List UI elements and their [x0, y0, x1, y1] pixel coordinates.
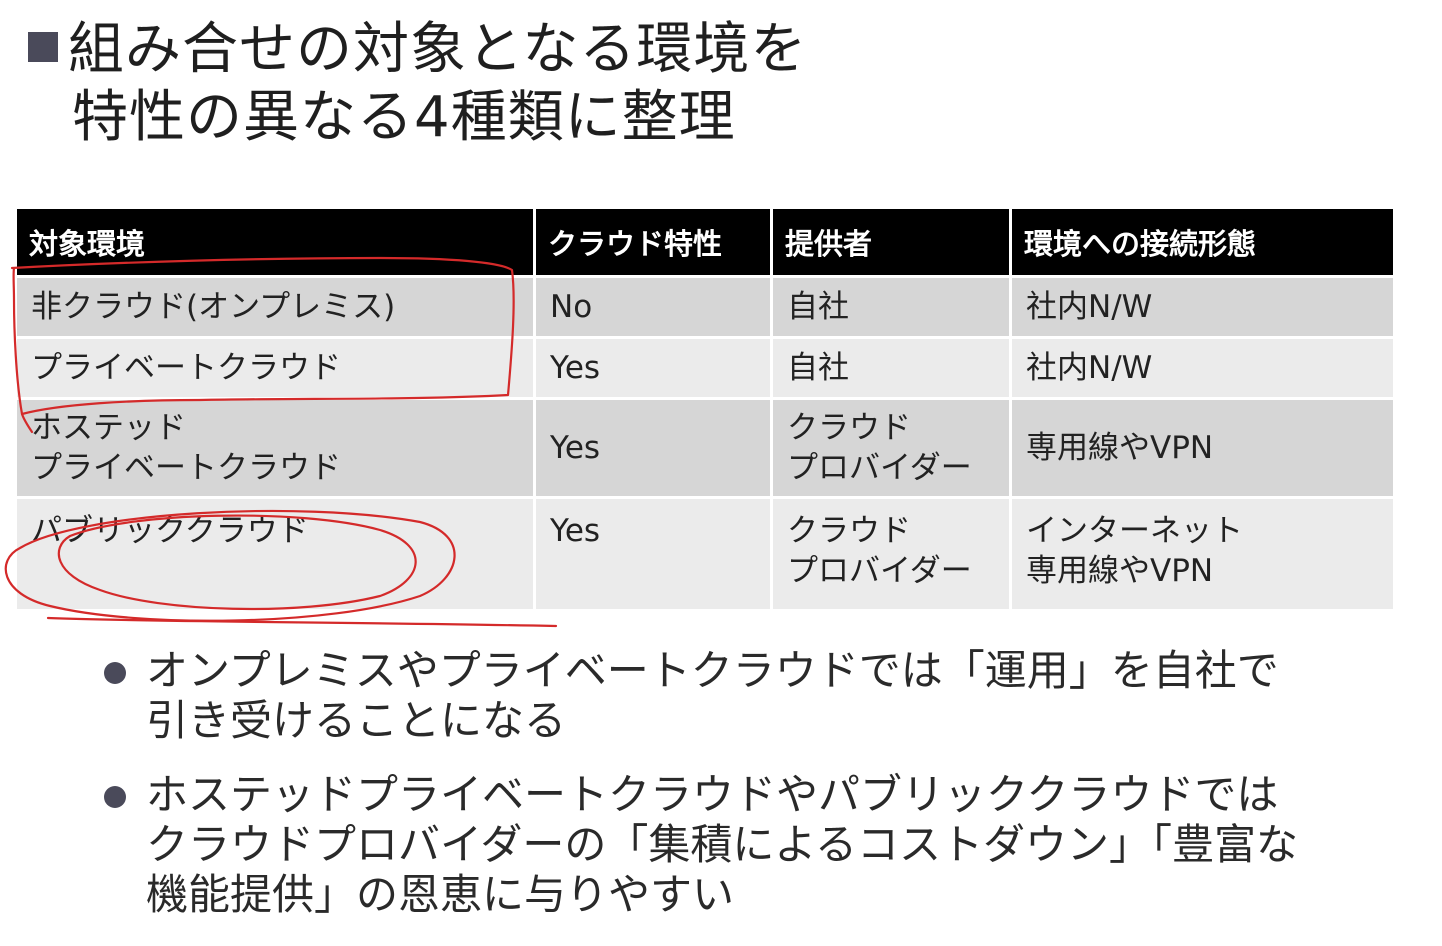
- table-row: プライベートクラウド Yes 自社 社内N/W: [17, 339, 1393, 397]
- cell-environment: 非クラウド(オンプレミス): [17, 278, 533, 336]
- cell-line: 社内N/W: [1026, 350, 1153, 386]
- cell-line: パブリッククラウド: [31, 513, 309, 549]
- header-environment: 対象環境: [17, 209, 533, 275]
- cell-provider: クラウド プロバイダー: [773, 400, 1009, 496]
- table-row: 非クラウド(オンプレミス) No 自社 社内N/W: [17, 278, 1393, 336]
- bullet-line: オンプレミスやプライベートクラウドでは「運用」を自社で: [146, 646, 1279, 695]
- cell-line: 非クラウド(オンプレミス): [31, 289, 396, 325]
- cell-environment: パブリッククラウド: [17, 499, 533, 609]
- circle-bullet-icon: [104, 786, 126, 808]
- cell-connection: インターネット 専用線やVPN: [1012, 499, 1393, 609]
- cell-cloud: Yes: [536, 400, 770, 496]
- cell-line: 自社: [787, 350, 849, 386]
- cell-provider: 自社: [773, 278, 1009, 336]
- cell-line: クラウド: [787, 513, 911, 549]
- table-row: ホステッド プライベートクラウド Yes クラウド プロバイダー 専用線やVPN: [17, 400, 1393, 496]
- circle-bullet-icon: [104, 662, 126, 684]
- cell-environment: プライベートクラウド: [17, 339, 533, 397]
- slide-title: 組み合せの対象となる環境を 特性の異なる4種類に整理: [28, 16, 1408, 152]
- cell-environment: ホステッド プライベートクラウド: [17, 400, 533, 496]
- table-header-row: 対象環境 クラウド特性 提供者 環境への接続形態: [17, 209, 1393, 275]
- bullet-item: ホステッドプライベートクラウドやパブリッククラウドでは クラウドプロバイダーの「…: [104, 770, 1404, 920]
- bullet-line: 引き受けることになる: [146, 696, 567, 745]
- cell-cloud: No: [536, 278, 770, 336]
- cell-provider: クラウド プロバイダー: [773, 499, 1009, 609]
- cell-line: インターネット: [1026, 513, 1243, 549]
- cell-connection: 専用線やVPN: [1012, 400, 1393, 496]
- cell-line: 専用線やVPN: [1026, 553, 1214, 589]
- bullet-list: オンプレミスやプライベートクラウドでは「運用」を自社で 引き受けることになる ホ…: [104, 646, 1404, 944]
- cell-line: プライベートクラウド: [31, 450, 341, 486]
- cell-line: プロバイダー: [787, 450, 972, 486]
- header-cloud-characteristic: クラウド特性: [536, 209, 770, 275]
- cell-line: 社内N/W: [1026, 289, 1153, 325]
- bullet-line: クラウドプロバイダーの「集積によるコストダウン」「豊富な: [146, 820, 1299, 869]
- title-text-2: 特性の異なる4種類に整理: [72, 85, 736, 150]
- cell-line: 専用線やVPN: [1026, 430, 1214, 466]
- square-bullet-icon: [28, 32, 58, 62]
- annotation-underline: [46, 616, 558, 628]
- header-provider: 提供者: [773, 209, 1009, 275]
- cell-cloud: Yes: [536, 499, 770, 609]
- cell-cloud: Yes: [536, 339, 770, 397]
- title-text-1: 組み合せの対象となる環境を: [68, 17, 808, 82]
- bullet-item: オンプレミスやプライベートクラウドでは「運用」を自社で 引き受けることになる: [104, 646, 1404, 746]
- cell-line: クラウド: [787, 410, 911, 446]
- cell-connection: 社内N/W: [1012, 339, 1393, 397]
- cell-line: 自社: [787, 289, 849, 325]
- environment-table: 対象環境 クラウド特性 提供者 環境への接続形態 非クラウド(オンプレミス) N…: [14, 206, 1396, 612]
- title-line-1: 組み合せの対象となる環境を: [28, 16, 1408, 84]
- cell-connection: 社内N/W: [1012, 278, 1393, 336]
- cell-line: プロバイダー: [787, 553, 972, 589]
- title-line-2: 特性の異なる4種類に整理: [28, 84, 1408, 152]
- cell-line: プライベートクラウド: [31, 350, 341, 386]
- cell-provider: 自社: [773, 339, 1009, 397]
- table-row: パブリッククラウド Yes クラウド プロバイダー インターネット 専用線やVP…: [17, 499, 1393, 609]
- bullet-line: ホステッドプライベートクラウドやパブリッククラウドでは: [146, 770, 1279, 819]
- header-connection-type: 環境への接続形態: [1012, 209, 1393, 275]
- cell-line: ホステッド: [31, 410, 186, 446]
- bullet-line: 機能提供」の恩恵に与りやすい: [146, 870, 735, 919]
